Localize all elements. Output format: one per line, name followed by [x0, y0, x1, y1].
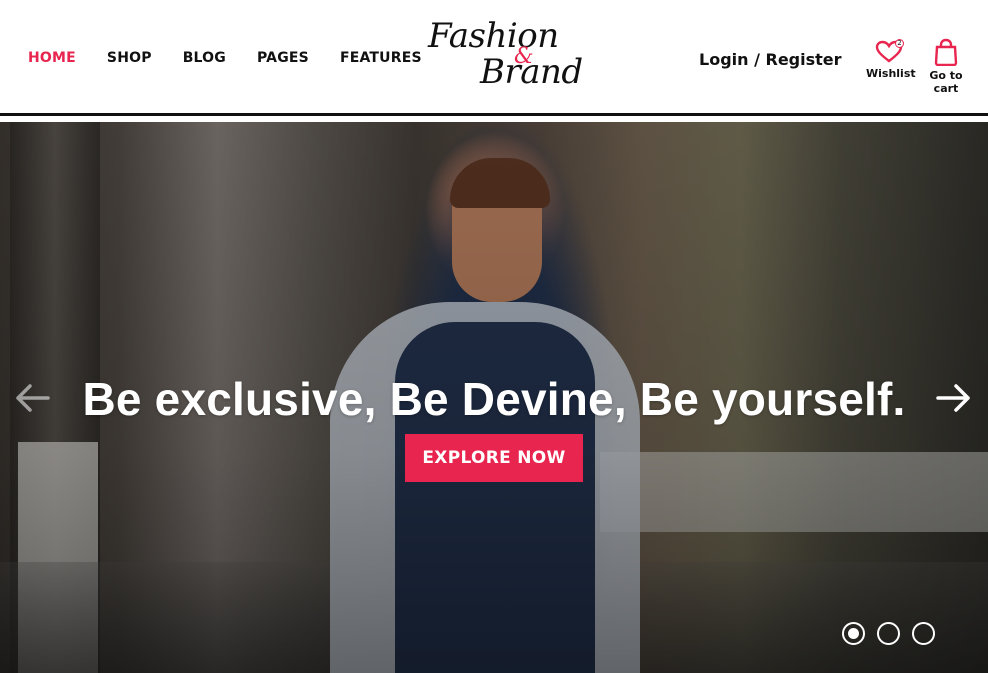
- slider-pagination: [842, 622, 935, 645]
- shopping-bag-icon: [934, 38, 958, 66]
- brand-logo[interactable]: Fashion & Brand: [428, 14, 583, 92]
- wishlist-button[interactable]: 2 Wishlist: [866, 39, 916, 80]
- slider-next-button[interactable]: [934, 378, 974, 418]
- nav-item-pages[interactable]: PAGES: [257, 50, 309, 66]
- nav-item-home[interactable]: HOME: [28, 50, 76, 66]
- nav-item-shop[interactable]: SHOP: [107, 50, 152, 66]
- cart-button[interactable]: Go to cart: [920, 38, 972, 95]
- slider-dot-3[interactable]: [912, 622, 935, 645]
- arrow-right-icon: [936, 384, 970, 412]
- login-register-link[interactable]: Login / Register: [699, 50, 842, 69]
- nav-item-blog[interactable]: BLOG: [183, 50, 226, 66]
- main-nav: HOME SHOP BLOG PAGES FEATURES: [28, 50, 453, 66]
- wishlist-count-badge: 2: [895, 39, 904, 48]
- logo-line-1: Fashion: [428, 16, 559, 56]
- site-header: HOME SHOP BLOG PAGES FEATURES Fashion & …: [0, 0, 988, 116]
- logo-line-2: Brand: [480, 52, 583, 92]
- arrow-left-icon: [16, 384, 50, 412]
- cart-label: Go to cart: [929, 69, 963, 95]
- slider-prev-button[interactable]: [12, 378, 52, 418]
- nav-item-features[interactable]: FEATURES: [340, 50, 422, 66]
- wishlist-label: Wishlist: [866, 67, 916, 80]
- explore-now-button[interactable]: EXPLORE NOW: [405, 434, 583, 482]
- slider-dot-2[interactable]: [877, 622, 900, 645]
- slider-dot-1[interactable]: [842, 622, 865, 645]
- hero-headline: Be exclusive, Be Devine, Be yourself.: [82, 373, 906, 425]
